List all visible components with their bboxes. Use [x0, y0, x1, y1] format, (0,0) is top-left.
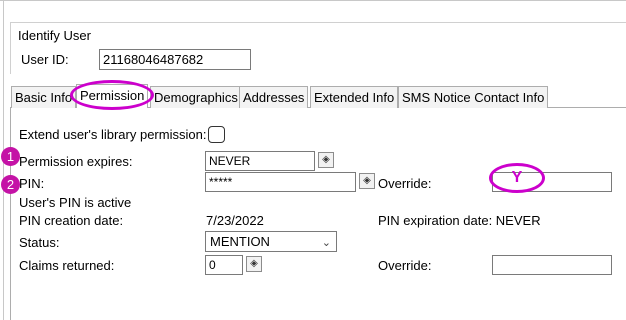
annotation-badge-1: 1 — [1, 147, 20, 166]
pin-field[interactable]: ***** — [205, 172, 356, 192]
extend-permission-checkbox[interactable] — [208, 126, 225, 143]
pin-label: PIN: — [19, 176, 45, 191]
pin-creation-label: PIN creation date: — [19, 213, 124, 228]
status-select[interactable]: MENTION ⌄ — [205, 231, 337, 252]
annotation-badge-2: 2 — [1, 175, 20, 194]
override-value: Y — [511, 169, 523, 186]
user-id-label: User ID: — [21, 52, 69, 67]
permission-tab-highlight — [70, 80, 154, 110]
tab-panel-border — [10, 107, 11, 320]
window-top-border — [0, 0, 626, 1]
diamond-gadget-icon[interactable]: ◈ — [318, 152, 334, 168]
diamond-gadget-icon[interactable]: ◈ — [359, 173, 375, 189]
pin-creation-value: 7/23/2022 — [206, 213, 264, 228]
user-id-field[interactable]: 21168046487682 — [99, 49, 251, 70]
status-label: Status: — [19, 235, 60, 250]
claims-returned-label: Claims returned: — [19, 258, 115, 273]
diamond-gadget-icon[interactable]: ◈ — [246, 256, 262, 272]
tab-sms-notice-contact-info[interactable]: SMS Notice Contact Info — [398, 86, 549, 108]
tab-demographics[interactable]: Demographics — [150, 86, 242, 108]
pin-active-text: User's PIN is active — [19, 195, 132, 210]
permission-expires-label: Permission expires: — [19, 154, 133, 169]
override2-label: Override: — [378, 258, 432, 273]
override-label: Override: — [378, 176, 432, 191]
tab-extended-info[interactable]: Extended Info — [310, 86, 399, 108]
tab-basic-info[interactable]: Basic Info — [11, 86, 77, 108]
tab-addresses[interactable]: Addresses — [239, 86, 309, 108]
status-value: MENTION — [210, 234, 270, 249]
chevron-down-icon: ⌄ — [321, 237, 331, 249]
override2-field[interactable] — [492, 255, 612, 275]
identify-user-title: Identify User — [18, 28, 91, 43]
permission-expires-field[interactable]: NEVER — [205, 151, 315, 171]
extend-permission-label: Extend user's library permission: — [19, 127, 207, 142]
claims-returned-field[interactable]: 0 — [205, 255, 243, 275]
pin-expiration-text: PIN expiration date: NEVER — [378, 213, 541, 228]
